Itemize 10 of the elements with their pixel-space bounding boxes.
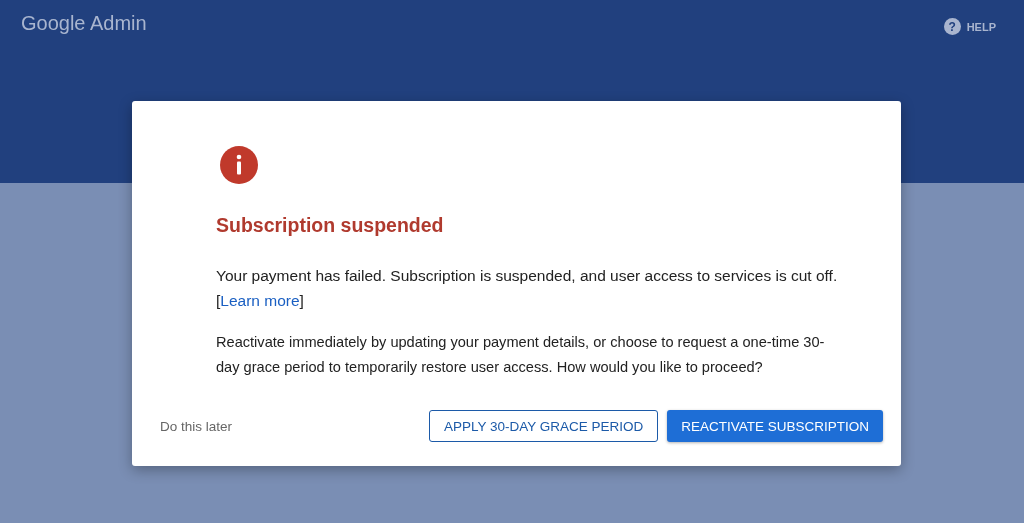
info-icon — [220, 146, 258, 184]
detail-text: Reactivate immediately by updating your payment details, or choose to request a one-time 30-day grace period to temporarily restore user access. How would you like to proceed? — [216, 333, 826, 377]
later-button[interactable]: Do this later — [160, 410, 233, 442]
learn-more-link[interactable]: Learn more — [220, 292, 300, 309]
message-text: Your payment has failed. Subscription is suspended, and user access to services is cut off. [Learn more] — [216, 266, 839, 311]
help-button[interactable]: ? HELP — [943, 14, 996, 39]
dialog-title: Subscription suspended — [216, 214, 445, 237]
reactivate-button[interactable]: REACTIVATE SUBSCRIPTION — [667, 410, 883, 442]
grace-period-button[interactable]: APPLY 30-DAY GRACE PERIOD — [428, 410, 659, 442]
app-logo: Google Admin — [21, 12, 147, 35]
